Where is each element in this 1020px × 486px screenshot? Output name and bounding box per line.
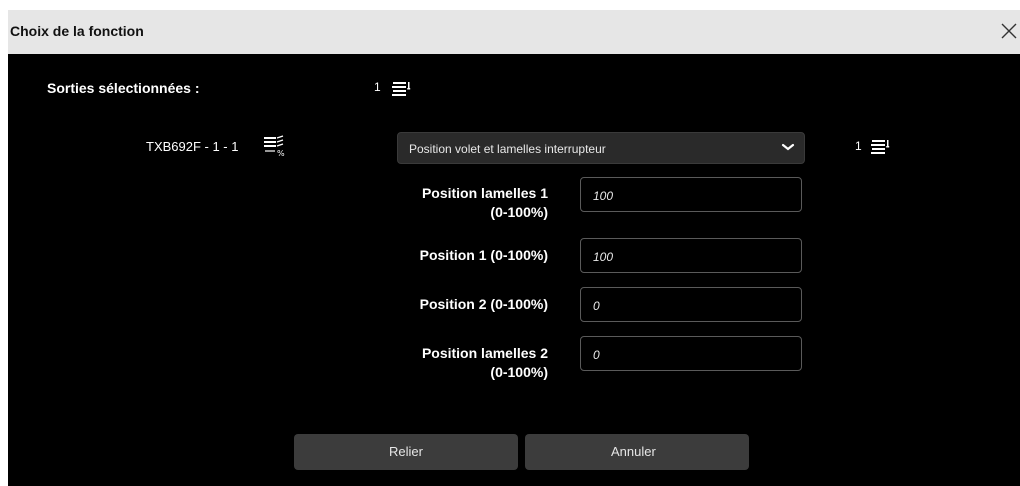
close-icon[interactable] (998, 19, 1020, 43)
field-label-line2: (0-100%) (490, 364, 548, 380)
dialog-title: Choix de la fonction (10, 23, 144, 39)
blinds-percent-icon: % (264, 135, 286, 158)
position-2-input[interactable]: 0 (580, 287, 802, 322)
field-label: Position lamelles 1 (0-100%) (368, 184, 548, 222)
dialog-titlebar: Choix de la fonction (8, 10, 1020, 54)
svg-text:%: % (277, 149, 285, 157)
roller-shutter-icon (392, 80, 412, 98)
selected-outputs-label: Sorties sélectionnées : (47, 80, 200, 96)
field-label: Position lamelles 2 (0-100%) (368, 344, 548, 382)
link-button[interactable]: Relier (294, 434, 518, 470)
field-label-line2: (0-100%) (490, 204, 548, 220)
position-1-input[interactable]: 100 (580, 238, 802, 273)
field-row-position-1: Position 1 (0-100%) (368, 246, 548, 266)
chevron-down-icon (781, 141, 795, 156)
output-name: TXB692F - 1 - 1 (146, 139, 239, 154)
output-count: 1 (855, 139, 862, 153)
selected-outputs-count: 1 (374, 80, 381, 94)
field-row-slat-position-2: Position lamelles 2 (0-100%) (368, 344, 548, 384)
field-row-slat-position-1: Position lamelles 1 (0-100%) (368, 184, 548, 224)
slat-position-2-input[interactable]: 0 (580, 336, 802, 371)
field-row-position-2: Position 2 (0-100%) (368, 295, 548, 315)
field-label: Position 2 (0-100%) (419, 296, 548, 312)
function-select[interactable]: Position volet et lamelles interrupteur (397, 132, 805, 164)
function-choice-dialog: Choix de la fonction Sorties sélectionné… (8, 10, 1020, 486)
field-label-line1: Position lamelles 2 (421, 345, 548, 361)
function-select-value: Position volet et lamelles interrupteur (409, 142, 606, 156)
field-label: Position 1 (0-100%) (419, 247, 548, 263)
slat-position-1-input[interactable]: 100 (580, 177, 802, 212)
roller-shutter-icon (871, 138, 891, 156)
field-label-line1: Position lamelles 1 (421, 185, 548, 201)
cancel-button[interactable]: Annuler (525, 434, 749, 470)
